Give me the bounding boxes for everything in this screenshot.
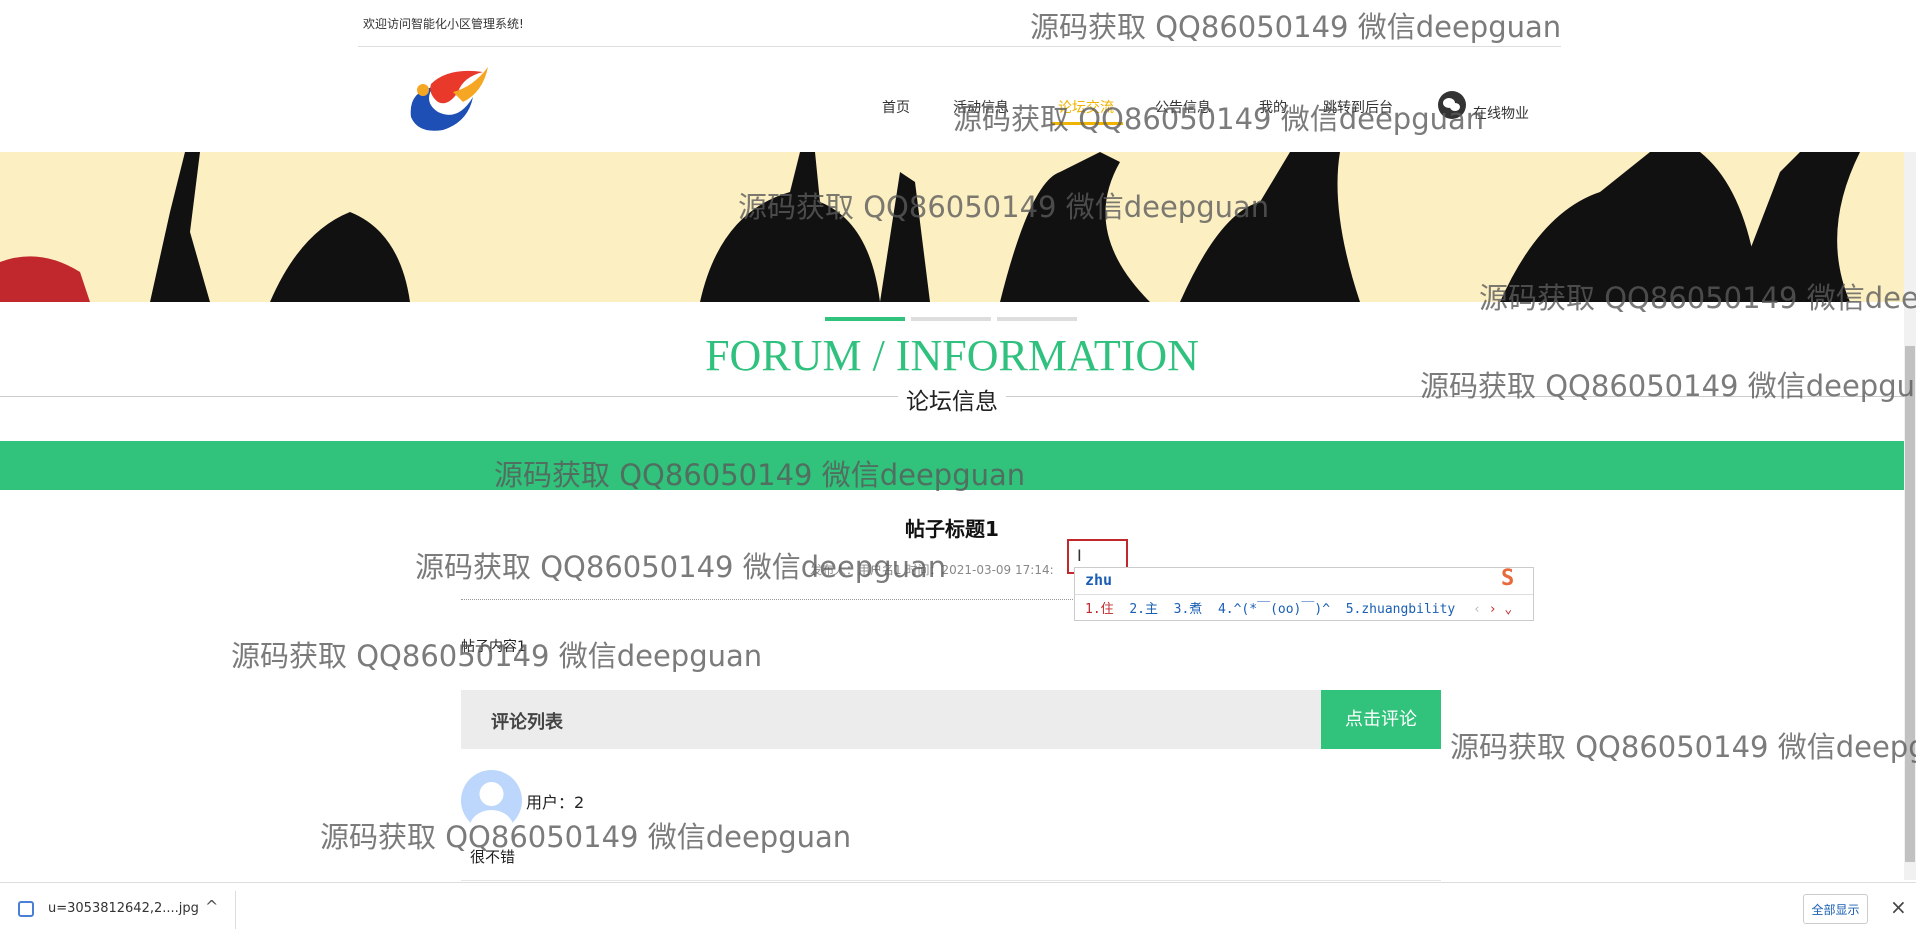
- show-all-downloads-button[interactable]: 全部显示: [1803, 894, 1868, 924]
- slide-indicator[interactable]: [997, 317, 1077, 321]
- divider: [461, 880, 1441, 881]
- chevron-up-icon[interactable]: ^: [205, 897, 218, 916]
- ime-candidate[interactable]: 1.住: [1085, 602, 1114, 617]
- slide-indicator-active[interactable]: [825, 317, 905, 321]
- watermark: 源码获取 QQ86050149 微信deepguan: [231, 639, 763, 673]
- watermark: 源码获取 QQ86050149 微信deepguan: [738, 190, 1270, 224]
- post-title: 帖子标题1: [905, 517, 999, 541]
- add-comment-button[interactable]: 点击评论: [1321, 690, 1441, 749]
- watermark: 源码获取 QQ86050149 微信deepguan: [1479, 281, 1916, 315]
- logo[interactable]: [403, 62, 491, 134]
- image-file-icon: [18, 901, 34, 917]
- ime-next-icon[interactable]: ›: [1489, 602, 1497, 617]
- comment-user: 用户：2: [526, 793, 585, 812]
- download-bar: u=3053812642,2....jpg ^ 全部显示 ×: [0, 882, 1916, 936]
- close-icon[interactable]: ×: [1890, 895, 1907, 919]
- sogou-logo-icon: S: [1501, 566, 1515, 591]
- scrollbar-thumb[interactable]: [1905, 346, 1915, 862]
- slide-indicator[interactable]: [911, 317, 991, 321]
- ime-candidate-popup[interactable]: zhu S 1.住 2.主 3.煮 4.^(*￣(oo)￣)^ 5.zhuang…: [1074, 566, 1534, 621]
- watermark: 源码获取 QQ86050149 微信deepguan: [320, 820, 852, 854]
- ime-candidate[interactable]: 4.^(*￣(oo)￣)^: [1218, 602, 1330, 617]
- section-title-cn: 论坛信息: [898, 389, 1006, 415]
- watermark: 源码获取 QQ86050149 微信deepguan: [494, 458, 1026, 492]
- divider: [235, 891, 236, 929]
- welcome-text: 欢迎访问智能化小区管理系统!: [363, 17, 524, 31]
- watermark: 源码获取 QQ86050149 微信deepguan: [1450, 730, 1916, 764]
- watermark: 源码获取 QQ86050149 微信deepguan: [415, 550, 947, 584]
- ime-input: zhu: [1075, 568, 1533, 595]
- download-file-name[interactable]: u=3053812642,2....jpg: [48, 901, 199, 916]
- divider: [358, 46, 1561, 47]
- watermark: 源码获取 QQ86050149 微信deepguan: [1420, 369, 1916, 403]
- ime-candidate[interactable]: 2.主: [1129, 602, 1158, 617]
- ime-prev-icon[interactable]: ‹: [1473, 602, 1481, 617]
- watermark: 源码获取 QQ86050149 微信deepguan: [953, 102, 1485, 136]
- ime-expand-icon[interactable]: ⌄: [1504, 602, 1512, 617]
- ime-candidate[interactable]: 3.煮: [1174, 602, 1203, 617]
- nav-home[interactable]: 首页: [882, 97, 910, 117]
- watermark: 源码获取 QQ86050149 微信deepguan: [1030, 10, 1562, 44]
- ime-candidate[interactable]: 5.zhuangbility: [1346, 602, 1456, 617]
- comment-list-header: 评论列表: [461, 690, 1321, 749]
